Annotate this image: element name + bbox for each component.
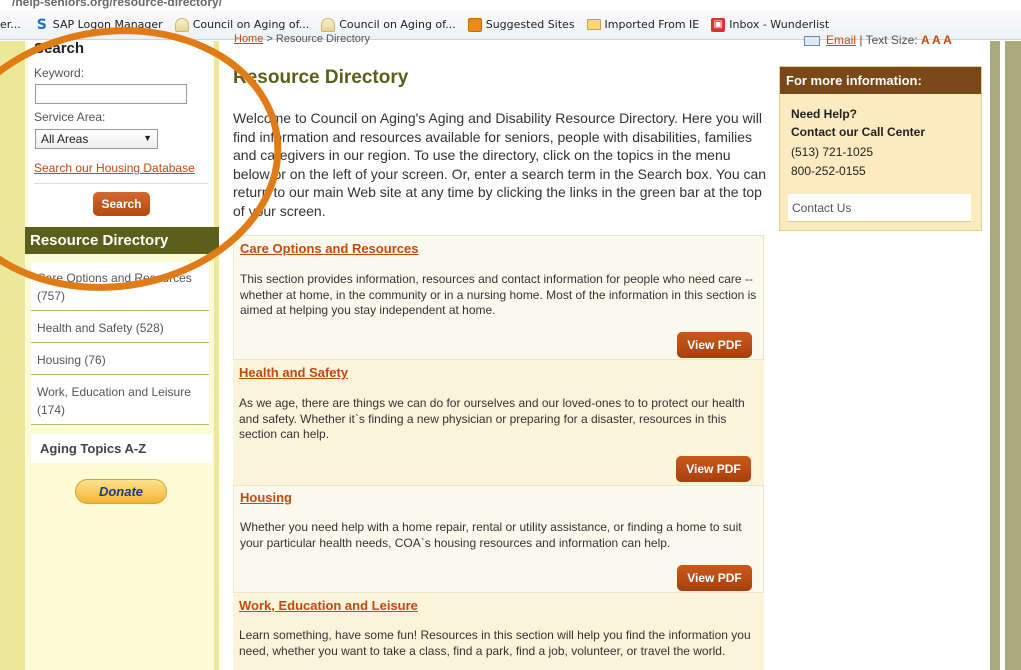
section-body: This section provides information, resou… — [240, 272, 757, 317]
right-edge-band — [990, 41, 1021, 670]
view-pdf-button[interactable]: View PDF — [677, 332, 752, 358]
favorite-item[interactable]: er... — [0, 18, 21, 31]
address-text: /help-seniors.org/resource-directory/ — [12, 0, 223, 9]
donate-button[interactable]: Donate — [75, 479, 167, 504]
folder-icon — [586, 19, 601, 30]
aging-topics-link[interactable]: Aging Topics A-Z — [31, 434, 212, 463]
favorite-imported-from-ie[interactable]: Imported From IE — [586, 18, 700, 31]
breadcrumb-home[interactable]: Home — [234, 33, 263, 45]
page-tools: Email | Text Size: A A A — [804, 33, 952, 47]
view-pdf-button[interactable]: View PDF — [676, 456, 751, 482]
service-area-select[interactable]: All Areas ▼ — [35, 129, 158, 149]
phone-local: (513) 721-1025 — [791, 145, 874, 159]
need-help-label: Need Help? — [791, 107, 858, 121]
service-area-value: All Areas — [41, 132, 89, 146]
section-body: As we age, there are things we can do fo… — [239, 396, 745, 441]
divider — [34, 183, 208, 184]
section-title-link[interactable]: Housing — [240, 490, 292, 505]
breadcrumb-current: Resource Directory — [275, 33, 371, 45]
section-body: Learn something, have some fun! Resource… — [239, 628, 751, 658]
info-panel: For more information: Need Help? Contact… — [779, 66, 982, 231]
right-edge-gap — [1000, 41, 1005, 670]
breadcrumb-separator: > — [263, 33, 276, 45]
search-title: Search — [34, 40, 85, 57]
breadcrumb: Home > Resource Directory — [234, 33, 370, 45]
phone-toll-free: 800-252-0155 — [791, 164, 866, 178]
section-work-education: Work, Education and Leisure Learn someth… — [233, 593, 764, 670]
keyword-label: Keyword: — [34, 66, 85, 80]
intro-paragraph: Welcome to Council on Aging's Aging and … — [233, 110, 767, 219]
directory-item-housing[interactable]: Housing (76) — [31, 343, 209, 375]
email-icon[interactable] — [804, 35, 820, 46]
text-size-label: | Text Size: — [856, 33, 921, 47]
service-area-label: Service Area: — [34, 110, 106, 124]
directory-item-care-options[interactable]: Care Options and Resources (757) — [31, 262, 209, 311]
favorite-sap-logon[interactable]: S SAP Logon Manager — [35, 18, 163, 32]
favorite-label: SAP Logon Manager — [52, 18, 163, 31]
section-title-link[interactable]: Health and Safety — [239, 365, 348, 380]
section-body: Whether you need help with a home repair… — [240, 520, 742, 550]
resource-sections: Care Options and Resources This section … — [233, 235, 764, 670]
section-care-options: Care Options and Resources This section … — [233, 235, 764, 360]
directory-item-work-education[interactable]: Work, Education and Leisure (174) — [31, 375, 209, 425]
favorite-wunderlist[interactable]: ▣ Inbox - Wunderlist — [711, 17, 830, 32]
favorite-label: Council on Aging of... — [339, 18, 456, 31]
section-housing: Housing Whether you need help with a hom… — [233, 485, 764, 593]
text-size-options[interactable]: A A A — [921, 33, 952, 47]
favorite-label: er... — [0, 18, 21, 31]
favorite-label: Inbox - Wunderlist — [729, 18, 830, 31]
resource-directory-list: Care Options and Resources (757) Health … — [31, 262, 209, 425]
resource-directory-heading: Resource Directory — [25, 227, 219, 254]
sap-icon: S — [36, 16, 47, 33]
contact-us-link[interactable]: Contact Us — [788, 194, 971, 222]
housing-database-link[interactable]: Search our Housing Database — [34, 161, 195, 175]
search-button[interactable]: Search — [93, 192, 150, 216]
favorite-label: Imported From IE — [604, 18, 700, 31]
favorite-label: Suggested Sites — [485, 18, 575, 31]
wunderlist-icon: ▣ — [711, 17, 726, 32]
dropdown-arrow-icon: ▼ — [143, 133, 152, 143]
coa-icon — [174, 17, 189, 32]
info-heading: For more information: — [780, 67, 981, 94]
section-title-link[interactable]: Care Options and Resources — [240, 241, 418, 256]
coa-icon — [321, 17, 336, 32]
favorite-suggested-sites[interactable]: Suggested Sites — [467, 17, 575, 32]
address-bar[interactable]: /help-seniors.org/resource-directory/ — [0, 0, 1021, 10]
favorite-coa-2[interactable]: Council on Aging of... — [321, 17, 456, 32]
favorite-label: Council on Aging of... — [192, 18, 310, 31]
section-title-link[interactable]: Work, Education and Leisure — [239, 598, 418, 613]
keyword-input[interactable] — [35, 84, 187, 104]
section-health-safety: Health and Safety As we age, there are t… — [233, 360, 764, 485]
email-link[interactable]: Email — [826, 33, 856, 47]
favorite-coa-1[interactable]: Council on Aging of... — [174, 17, 310, 32]
call-center-label: Contact our Call Center — [791, 125, 926, 139]
view-pdf-button[interactable]: View PDF — [677, 565, 752, 591]
suggested-sites-icon — [467, 17, 482, 32]
page-title: Resource Directory — [233, 67, 409, 88]
directory-item-health-safety[interactable]: Health and Safety (528) — [31, 311, 209, 343]
